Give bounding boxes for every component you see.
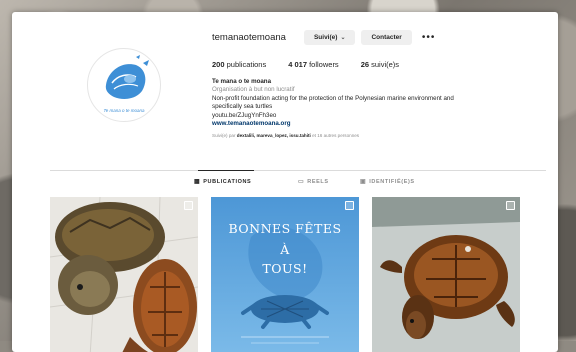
tagged-icon: ▣ [360, 179, 367, 185]
followed-by[interactable]: Suivi(e) par dextalili, mareva_lopez, is… [212, 133, 542, 138]
avatar-caption: Te mana o te moana [103, 108, 145, 113]
multiple-images-icon [184, 201, 193, 210]
contact-button-label: Contacter [371, 33, 402, 41]
active-tab-indicator [198, 170, 254, 171]
grid-icon: ▦ [194, 179, 201, 185]
profile-bio: Te mana o te moana Organisation à but no… [212, 78, 542, 128]
post-2[interactable]: BONNES FÊTES À TOUS! [211, 197, 359, 352]
following-button-label: Suivi(e) [313, 33, 338, 41]
followed-by-prefix: Suivi(e) par [212, 133, 236, 139]
followed-by-suffix: et 16 autres personnes [312, 133, 360, 139]
multiple-images-icon [506, 201, 515, 210]
following-button[interactable]: Suivi(e) ⌄ [303, 29, 356, 45]
post-2-greeting-line-2: À [280, 242, 290, 257]
stat-following[interactable]: 26 suivi(e)s [361, 60, 399, 69]
stat-followers[interactable]: 4 017 followers [288, 60, 338, 69]
profile-tabs: ▦ PUBLICATIONS ▭ REELS ▣ IDENTIFIÉ(E)S [12, 178, 558, 190]
username: temanaotemoana [212, 31, 286, 43]
bio-line-1: Non-profit foundation acting for the pro… [212, 94, 454, 102]
following-count: 26 [360, 60, 370, 69]
followers-count: 4 017 [288, 60, 307, 69]
profile-stats: 200 publications 4 017 followers 26 suiv… [212, 60, 542, 69]
bio-line-2: specifically sea turtles [212, 103, 273, 111]
followed-by-names: dextalili, mareva_lopez, issu.tahiti [236, 133, 311, 139]
tab-tagged-label: IDENTIFIÉ(E)S [369, 178, 415, 185]
following-label: suivi(e)s [371, 60, 400, 69]
more-options-icon[interactable]: ••• [422, 32, 436, 43]
bio-category: Organisation à but non lucratif [212, 86, 295, 94]
profile-info: temanaotemoana Suivi(e) ⌄ Contacter ••• … [212, 26, 542, 138]
instagram-profile-window: Te mana o te moana temanaotemoana Suivi(… [12, 12, 558, 352]
post-2-greeting-line-1: BONNES FÊTES [228, 221, 342, 236]
post-3[interactable] [372, 197, 520, 352]
tab-publications-label: PUBLICATIONS [203, 178, 252, 185]
tab-publications[interactable]: ▦ PUBLICATIONS [194, 178, 252, 186]
tab-reels[interactable]: ▭ REELS [298, 178, 329, 186]
bio-website-link[interactable]: www.temanaotemoana.org [212, 120, 542, 128]
reels-icon: ▭ [298, 179, 305, 185]
publications-count: 200 [212, 60, 225, 69]
contact-button[interactable]: Contacter [361, 29, 412, 45]
stat-publications: 200 publications [212, 60, 266, 69]
tab-reels-label: REELS [307, 178, 329, 185]
publications-label: publications [226, 60, 267, 69]
chevron-down-icon: ⌄ [340, 34, 346, 41]
bio-name: Te mana o te moana [212, 78, 272, 85]
multiple-images-icon [345, 201, 354, 210]
tab-tagged[interactable]: ▣ IDENTIFIÉ(E)S [360, 178, 415, 186]
tabs-divider [50, 170, 546, 171]
profile-avatar[interactable]: Te mana o te moana [87, 48, 161, 122]
post-1[interactable] [50, 197, 198, 352]
bio-youtube-link[interactable]: youtu.be/ZJugYnFh3eo [212, 112, 542, 120]
post-2-greeting-line-3: TOUS! [262, 261, 308, 276]
followers-label: followers [309, 60, 339, 69]
